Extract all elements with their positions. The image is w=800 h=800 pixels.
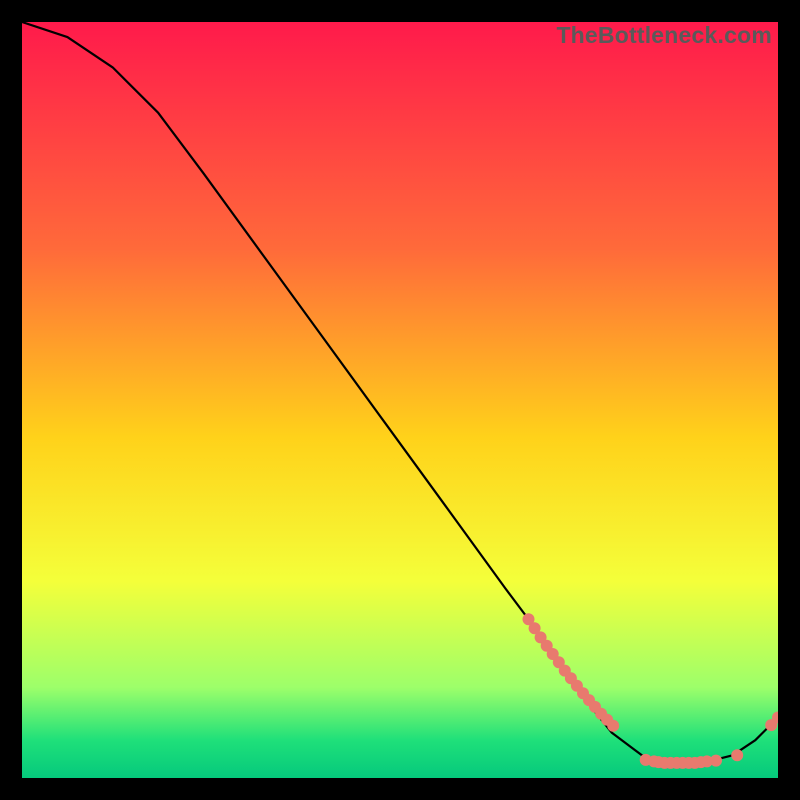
data-marker <box>710 755 722 767</box>
chart-svg <box>22 22 778 778</box>
chart-stage: TheBottleneck.com <box>0 0 800 800</box>
plot-area: TheBottleneck.com <box>22 22 778 778</box>
data-marker <box>731 749 743 761</box>
gradient-background <box>22 22 778 778</box>
watermark-label: TheBottleneck.com <box>556 22 772 49</box>
data-marker <box>607 720 619 732</box>
